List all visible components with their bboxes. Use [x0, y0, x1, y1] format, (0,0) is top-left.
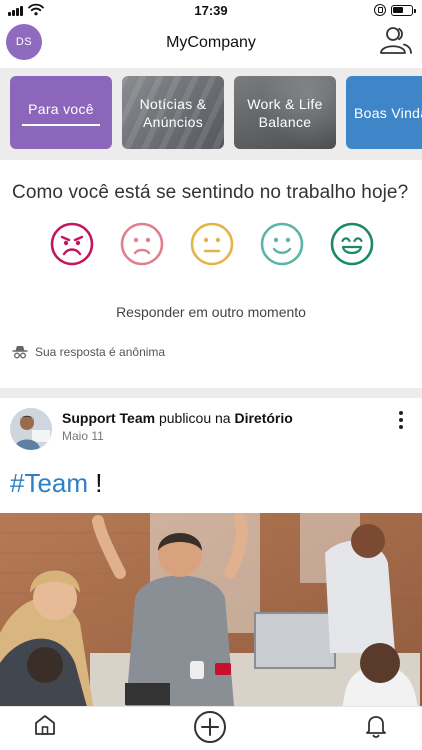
selected-indicator [22, 123, 100, 126]
post-image[interactable] [0, 513, 422, 718]
post-text-suffix: ! [88, 468, 103, 498]
mood-survey: Como você está se sentindo no trabalho h… [0, 160, 422, 378]
angry-face-icon[interactable] [50, 222, 94, 266]
home-icon[interactable] [33, 713, 57, 737]
battery-icon [391, 5, 416, 16]
category-label: Boas Vindas Corporativ [354, 104, 422, 121]
people-icon[interactable] [378, 24, 414, 56]
category-carousel: Para você Notícias & Anúncios Work & Lif… [0, 68, 422, 160]
post-action: publicou na [155, 410, 235, 426]
happy-face-icon[interactable] [260, 222, 304, 266]
category-label: Para você [28, 100, 94, 117]
anonymous-note: Sua resposta é anônima [12, 345, 165, 359]
post-author-avatar[interactable] [10, 408, 52, 450]
status-time: 17:39 [194, 3, 228, 18]
category-label: Work & Life Balance [247, 95, 323, 130]
app-header: DS MyCompany [0, 22, 422, 66]
post-date: Maio 11 [62, 429, 104, 443]
post-hashtag[interactable]: #Team [10, 468, 88, 498]
add-icon[interactable] [193, 710, 227, 744]
post-meta: Support Team publicou na Diretório Maio … [62, 410, 293, 443]
post-header-line: Support Team publicou na Diretório [62, 410, 293, 426]
bottom-tab-bar [0, 706, 422, 750]
more-options-icon[interactable] [396, 410, 406, 430]
anonymous-text: Sua resposta é anônima [35, 345, 166, 359]
mood-faces [50, 222, 380, 268]
category-tile-work-life[interactable]: Work & Life Balance [234, 76, 336, 149]
incognito-icon [12, 346, 28, 359]
respond-later-link[interactable]: Responder em outro momento [0, 304, 422, 320]
neutral-face-icon[interactable] [190, 222, 234, 266]
status-bar: 17:39 [0, 0, 422, 22]
category-tile-boas-vindas[interactable]: Boas Vindas Corporativ [346, 76, 422, 149]
bell-icon[interactable] [364, 713, 388, 739]
post-body: #Team ! [10, 468, 103, 499]
post-channel[interactable]: Diretório [234, 410, 292, 426]
sad-face-icon[interactable] [120, 222, 164, 266]
app-title: MyCompany [166, 34, 256, 51]
orientation-lock-icon [374, 4, 386, 16]
feed-post: Support Team publicou na Diretório Maio … [0, 388, 422, 718]
category-tile-noticias[interactable]: Notícias & Anúncios [122, 76, 224, 149]
category-tile-para-voce[interactable]: Para você [10, 76, 112, 149]
post-author[interactable]: Support Team [62, 410, 155, 426]
mood-question: Como você está se sentindo no trabalho h… [12, 182, 409, 203]
very-happy-face-icon[interactable] [330, 222, 374, 266]
category-label: Notícias & Anúncios [139, 95, 207, 130]
